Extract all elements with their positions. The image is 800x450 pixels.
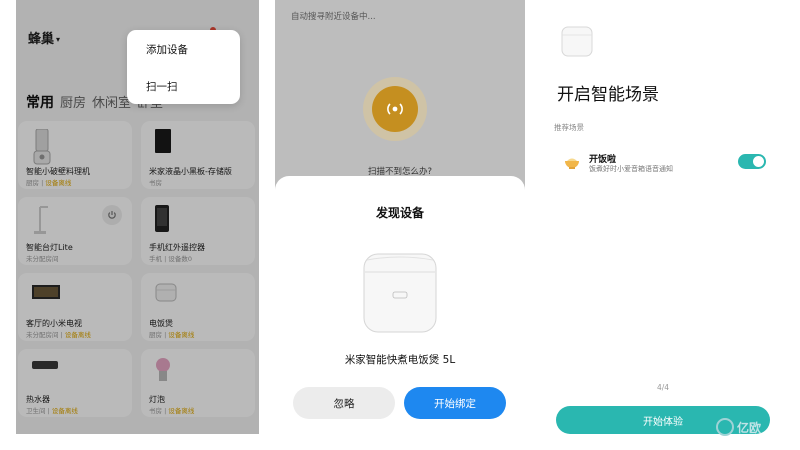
page-indicator: 4/4	[656, 383, 670, 392]
add-menu: 添加设备 扫一扫	[127, 30, 240, 104]
radar-button	[372, 86, 418, 132]
rice-bowl-icon	[565, 158, 579, 169]
scene-toggle[interactable]	[738, 154, 766, 169]
page-title: 开启智能场景	[557, 85, 659, 105]
watermark-logo-icon	[716, 418, 734, 436]
rice-cooker-image	[363, 253, 437, 333]
menu-item-add-device[interactable]: 添加设备	[146, 42, 188, 57]
smart-scene-screen: 开启智能场景 推荐场景 开饭啦 饭煮好时小爱音箱语音通知 4/4 开始体验	[540, 0, 786, 434]
device-name: 米家智能快煮电饭煲 5L	[344, 354, 456, 366]
start-binding-button[interactable]: 开始绑定	[404, 387, 506, 419]
ignore-button[interactable]: 忽略	[293, 387, 395, 419]
sheet-title: 发现设备	[375, 206, 424, 220]
menu-item-scan[interactable]: 扫一扫	[146, 79, 178, 94]
found-device-sheet: 发现设备 米家智能快煮电饭煲 5L 忽略 开始绑定	[275, 176, 525, 434]
watermark-text: 亿欧	[737, 420, 762, 435]
broadcast-icon	[387, 103, 403, 115]
searching-text: 自动搜寻附近设备中...	[291, 12, 376, 22]
section-label: 推荐场景	[554, 123, 584, 132]
rice-cooker-thumbnail	[561, 26, 593, 57]
home-screen: 蜂巢▾ 常用 厨房 休闲室 卧室 智能小破壁料理机 厨房 | 设备离线 米家液晶…	[16, 0, 259, 434]
scene-description: 饭煮好时小爱音箱语音通知	[589, 165, 673, 173]
toggle-knob	[753, 156, 764, 167]
discover-screen: 自动搜寻附近设备中... 扫描不到怎么办? 发现设备 米家智能快煮电饭煲 5L …	[275, 0, 525, 434]
watermark: 亿欧	[716, 418, 761, 436]
